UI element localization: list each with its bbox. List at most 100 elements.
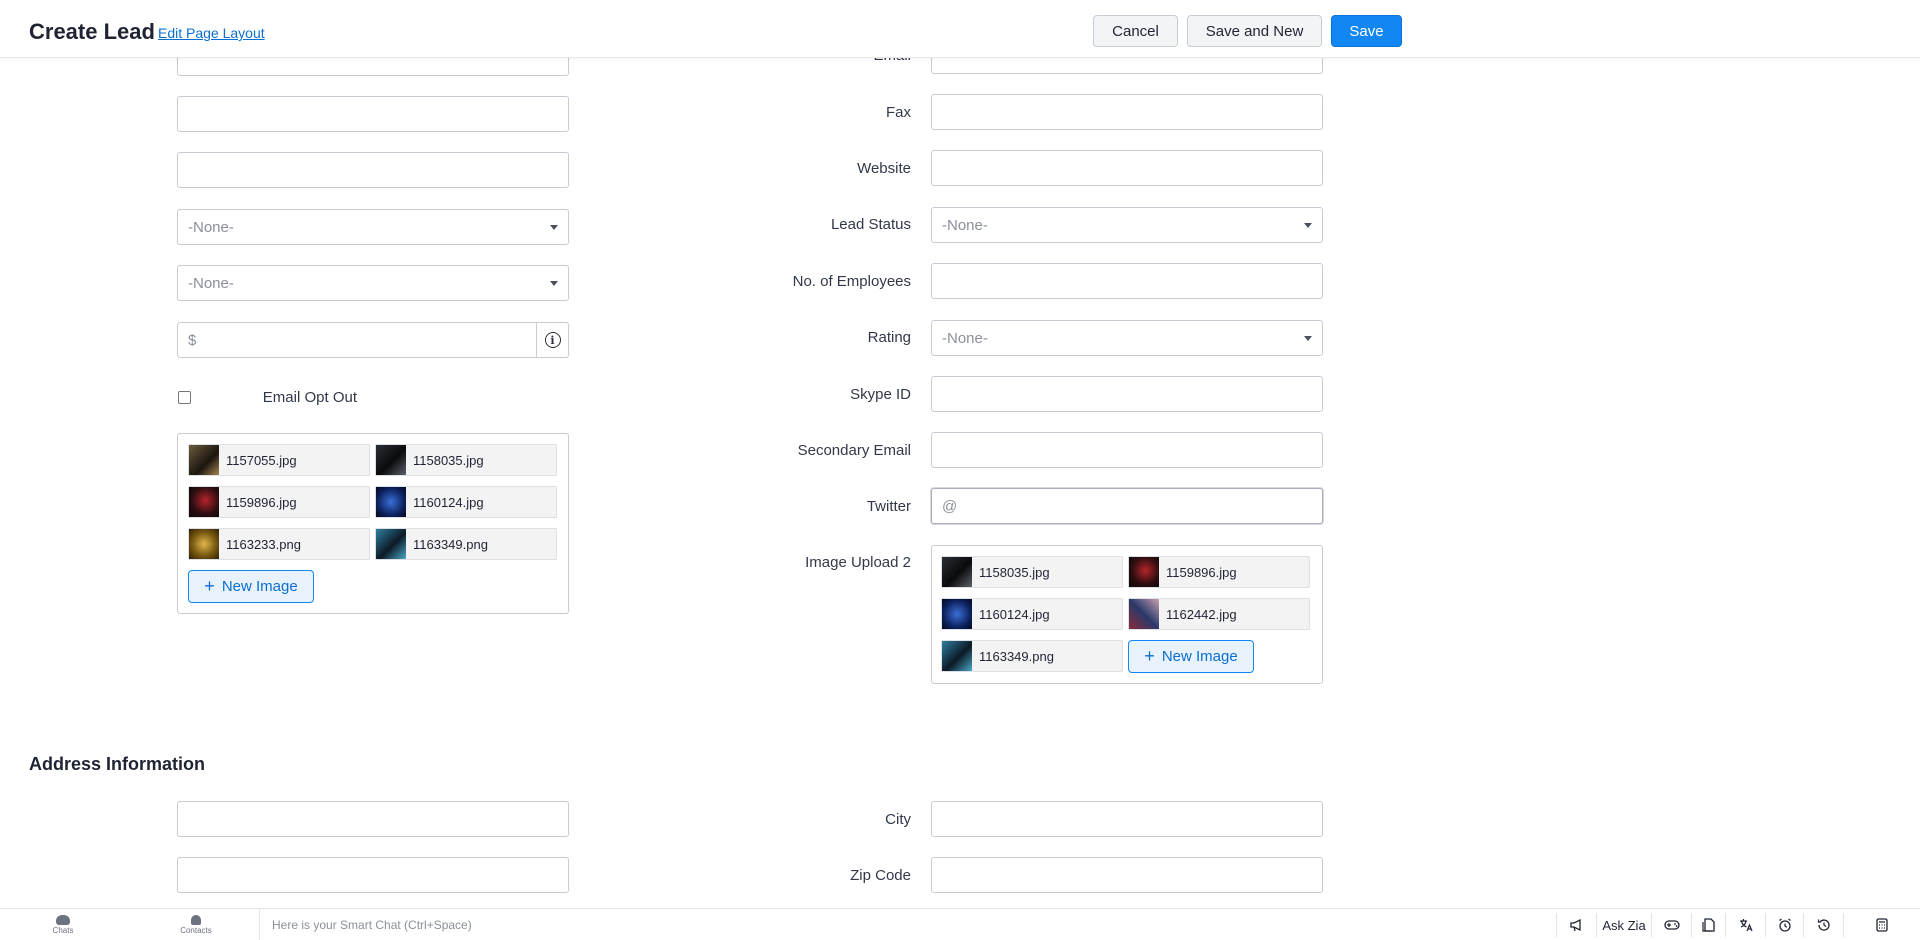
file-name: 1157055.jpg	[226, 452, 297, 468]
calculator-icon[interactable]	[1843, 913, 1920, 937]
chevron-down-icon	[550, 225, 558, 230]
file-chip[interactable]: 1157055.jpg	[188, 444, 370, 476]
ask-zia-button[interactable]: Ask Zia	[1596, 913, 1651, 937]
chevron-down-icon	[1304, 336, 1312, 341]
alarm-clock-icon[interactable]	[1765, 913, 1803, 937]
image-thumbnail	[189, 487, 219, 517]
contacts-label: Contacts	[180, 925, 212, 935]
image-thumbnail	[189, 529, 219, 559]
lead-form: Title Phone Mobile Lead Source -None- In…	[0, 0, 1920, 908]
city-input[interactable]	[931, 801, 1323, 837]
address-section-title: Address Information	[29, 754, 206, 774]
email-opt-out-label: Email Opt Out	[262, 389, 357, 406]
image-upload-2-label: Image Upload 2	[805, 554, 911, 571]
plus-icon: +	[1144, 646, 1155, 666]
page-header: Create Lead Edit Page Layout Cancel Save…	[0, 0, 1920, 58]
file-name: 1159896.jpg	[226, 494, 297, 510]
lead-status-label: Lead Status	[830, 216, 911, 233]
file-chip[interactable]: 1159896.jpg	[188, 486, 370, 518]
chat-icon	[56, 914, 70, 925]
file-chip[interactable]: 1162442.jpg	[1128, 598, 1310, 630]
phone-input[interactable]	[177, 96, 569, 132]
image-upload-2-box: 1158035.jpg 1159896.jpg 1160124.jpg 1162…	[931, 545, 1323, 684]
file-chip[interactable]: 1163233.png	[188, 528, 370, 560]
employees-label: No. of Employees	[792, 273, 911, 290]
image-upload-1-box: 1157055.jpg 1158035.jpg 1159896.jpg 1160…	[177, 433, 569, 614]
notes-icon[interactable]	[1691, 913, 1725, 937]
image-thumbnail	[376, 445, 406, 475]
image-thumbnail	[942, 641, 972, 671]
contacts-button[interactable]: Contacts	[172, 909, 220, 940]
announcement-icon[interactable]	[1556, 913, 1596, 937]
file-chip[interactable]: 1163349.png	[941, 640, 1123, 672]
city-label: City	[885, 811, 911, 828]
file-name: 1159896.jpg	[1166, 564, 1237, 580]
zip-input[interactable]	[931, 857, 1323, 893]
contact-icon	[191, 914, 201, 925]
rating-label: Rating	[867, 329, 911, 346]
fax-input[interactable]	[931, 94, 1323, 130]
email-opt-out-checkbox[interactable]	[178, 391, 191, 404]
secondary-email-input[interactable]	[931, 432, 1323, 468]
plus-icon: +	[204, 576, 215, 596]
rating-select[interactable]: -None-	[931, 320, 1323, 356]
file-chip[interactable]: 1160124.jpg	[375, 486, 557, 518]
page-title: Create Lead	[29, 19, 155, 44]
fax-label: Fax	[885, 104, 911, 121]
new-image-button[interactable]: + New Image	[188, 570, 314, 603]
file-chip[interactable]: 1163349.png	[375, 528, 557, 560]
lead-source-select[interactable]: -None-	[177, 209, 569, 245]
chats-button[interactable]: Chats	[44, 909, 82, 940]
state-input[interactable]	[177, 857, 569, 893]
image-thumbnail	[376, 529, 406, 559]
file-name: 1163349.png	[979, 648, 1054, 664]
chevron-down-icon	[1304, 223, 1312, 228]
skype-input[interactable]	[931, 376, 1323, 412]
file-name: 1160124.jpg	[979, 606, 1050, 622]
secondary-email-label: Secondary Email	[797, 442, 911, 459]
file-chip[interactable]: 1158035.jpg	[941, 556, 1123, 588]
smart-chat-input[interactable]: Here is your Smart Chat (Ctrl+Space)	[259, 909, 1554, 940]
zip-label: Zip Code	[850, 867, 911, 884]
lead-status-value: -None-	[942, 216, 988, 234]
info-icon[interactable]: i	[536, 323, 568, 357]
new-image-label: New Image	[1161, 648, 1238, 665]
chats-label: Chats	[52, 925, 74, 935]
industry-select[interactable]: -None-	[177, 265, 569, 301]
translate-icon[interactable]	[1725, 913, 1765, 937]
new-image-button[interactable]: + New Image	[1128, 640, 1254, 673]
twitter-placeholder: @	[942, 497, 958, 515]
file-name: 1163349.png	[413, 536, 488, 552]
twitter-label: Twitter	[866, 498, 911, 515]
edit-page-layout-link[interactable]: Edit Page Layout	[158, 25, 265, 41]
mobile-input[interactable]	[177, 152, 569, 188]
twitter-input[interactable]: @	[931, 488, 1323, 524]
history-icon[interactable]	[1803, 913, 1843, 937]
file-name: 1160124.jpg	[413, 494, 484, 510]
chevron-down-icon	[550, 281, 558, 286]
file-chip[interactable]: 1160124.jpg	[941, 598, 1123, 630]
save-and-new-button[interactable]: Save and New	[1187, 15, 1322, 47]
image-thumbnail	[376, 487, 406, 517]
file-chip[interactable]: 1159896.jpg	[1128, 556, 1310, 588]
lead-status-select[interactable]: -None-	[931, 207, 1323, 243]
gamepad-icon[interactable]	[1651, 913, 1691, 937]
annual-revenue-input[interactable]: $ i	[177, 322, 569, 358]
industry-value: -None-	[188, 274, 234, 292]
save-button[interactable]: Save	[1331, 15, 1402, 47]
file-name: 1158035.jpg	[979, 564, 1050, 580]
currency-prefix: $	[188, 331, 197, 349]
street-input[interactable]	[177, 801, 569, 837]
file-name: 1158035.jpg	[413, 452, 484, 468]
file-chip[interactable]: 1158035.jpg	[375, 444, 557, 476]
website-label: Website	[857, 160, 911, 177]
image-thumbnail	[942, 557, 972, 587]
cancel-button[interactable]: Cancel	[1093, 15, 1178, 47]
rating-value: -None-	[942, 329, 988, 347]
image-thumbnail	[189, 445, 219, 475]
lead-source-value: -None-	[188, 218, 234, 236]
employees-input[interactable]	[931, 263, 1323, 299]
new-image-label: New Image	[221, 578, 298, 595]
image-thumbnail	[1129, 599, 1159, 629]
website-input[interactable]	[931, 150, 1323, 186]
